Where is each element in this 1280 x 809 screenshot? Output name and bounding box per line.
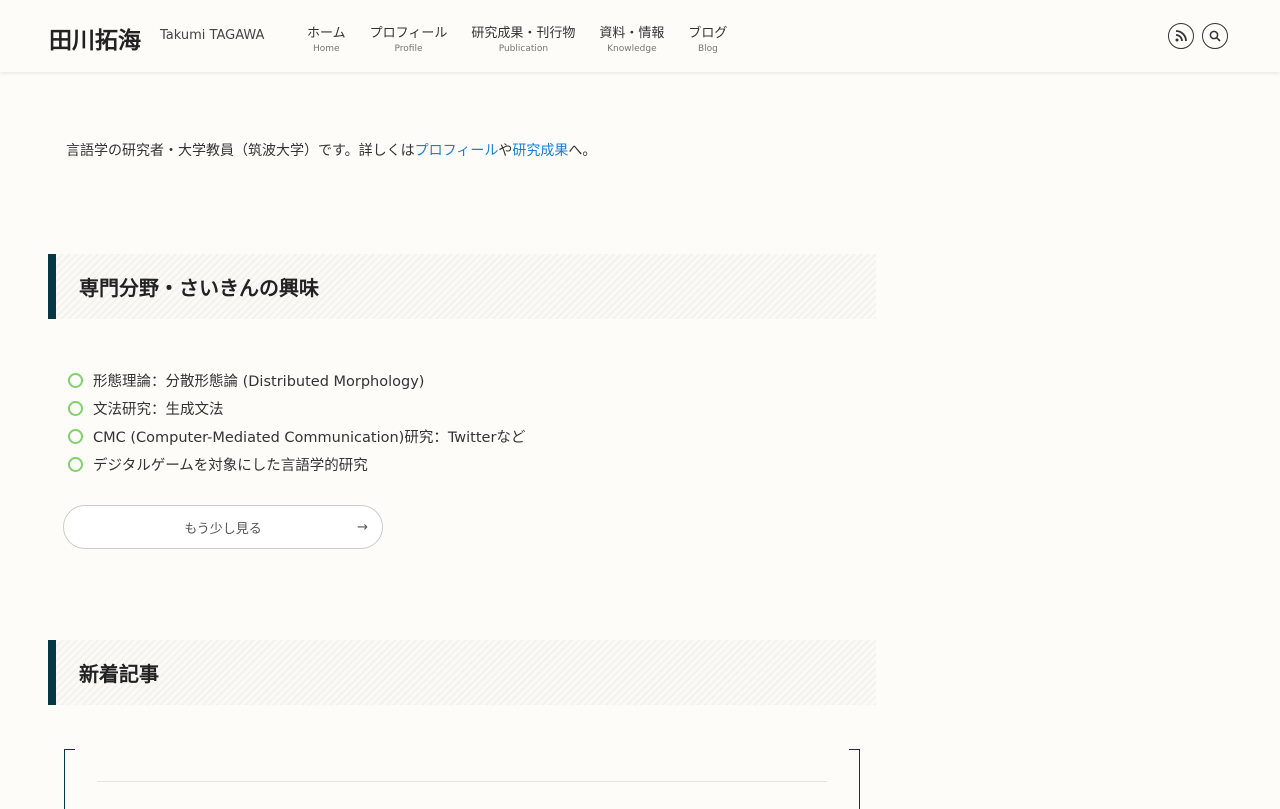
nav-sublabel: Publication <box>498 44 549 54</box>
rss-icon[interactable] <box>1168 23 1194 49</box>
nav-sublabel: Blog <box>697 44 718 54</box>
nav-home[interactable]: ホーム Home <box>295 22 358 54</box>
divider <box>97 781 827 782</box>
nav-sublabel: Knowledge <box>607 44 657 54</box>
nav-sublabel: Home <box>313 44 340 54</box>
arrow-right-icon: → <box>357 519 368 535</box>
intro-text: 言語学の研究者・大学教員（筑波大学）です。詳しくはプロフィールや研究成果へ。 <box>66 140 596 160</box>
nav-profile[interactable]: プロフィール Profile <box>358 22 460 54</box>
see-more-button[interactable]: もう少し見る → <box>63 505 383 549</box>
search-icon[interactable] <box>1202 23 1228 49</box>
nav-knowledge[interactable]: 資料・情報 Knowledge <box>587 22 676 54</box>
interests-list: 形態理論：分散形態論 (Distributed Morphology) 文法研究… <box>68 366 525 478</box>
nav-label: プロフィール <box>369 26 448 41</box>
new-posts-box <box>64 749 860 809</box>
section-heading-interests: 専門分野・さいきんの興味 <box>48 254 876 319</box>
nav-sublabel: Profile <box>394 44 423 54</box>
nav-blog[interactable]: ブログ Blog <box>676 22 739 54</box>
list-item: 形態理論：分散形態論 (Distributed Morphology) <box>68 366 525 394</box>
list-item: 文法研究：生成文法 <box>68 394 525 422</box>
nav-publication[interactable]: 研究成果・刊行物 Publication <box>459 22 587 54</box>
nav-label: 資料・情報 <box>599 26 665 41</box>
intro-part: へ。 <box>568 143 597 159</box>
intro-part: や <box>498 143 513 159</box>
profile-link[interactable]: プロフィール <box>415 143 499 159</box>
list-item: CMC (Computer-Mediated Communication)研究：… <box>68 422 525 450</box>
site-logo[interactable]: 田川拓海 <box>49 21 141 55</box>
nav-label: 研究成果・刊行物 <box>471 26 576 41</box>
site-subtitle: Takumi TAGAWA <box>160 28 265 43</box>
section-heading-new-posts: 新着記事 <box>48 640 876 705</box>
nav-label: ブログ <box>688 26 728 41</box>
intro-part: 言語学の研究者・大学教員（筑波大学）です。詳しくは <box>66 143 415 159</box>
main-nav: ホーム Home プロフィール Profile 研究成果・刊行物 Publicatio… <box>295 22 739 54</box>
nav-label: ホーム <box>307 26 346 41</box>
site-header: 田川拓海 Takumi TAGAWA ホーム Home プロフィール Profile… <box>0 0 1280 72</box>
see-more-label: もう少し見る <box>184 521 262 537</box>
list-item: デジタルゲームを対象にした言語学的研究 <box>68 450 525 478</box>
publication-link[interactable]: 研究成果 <box>512 143 568 159</box>
